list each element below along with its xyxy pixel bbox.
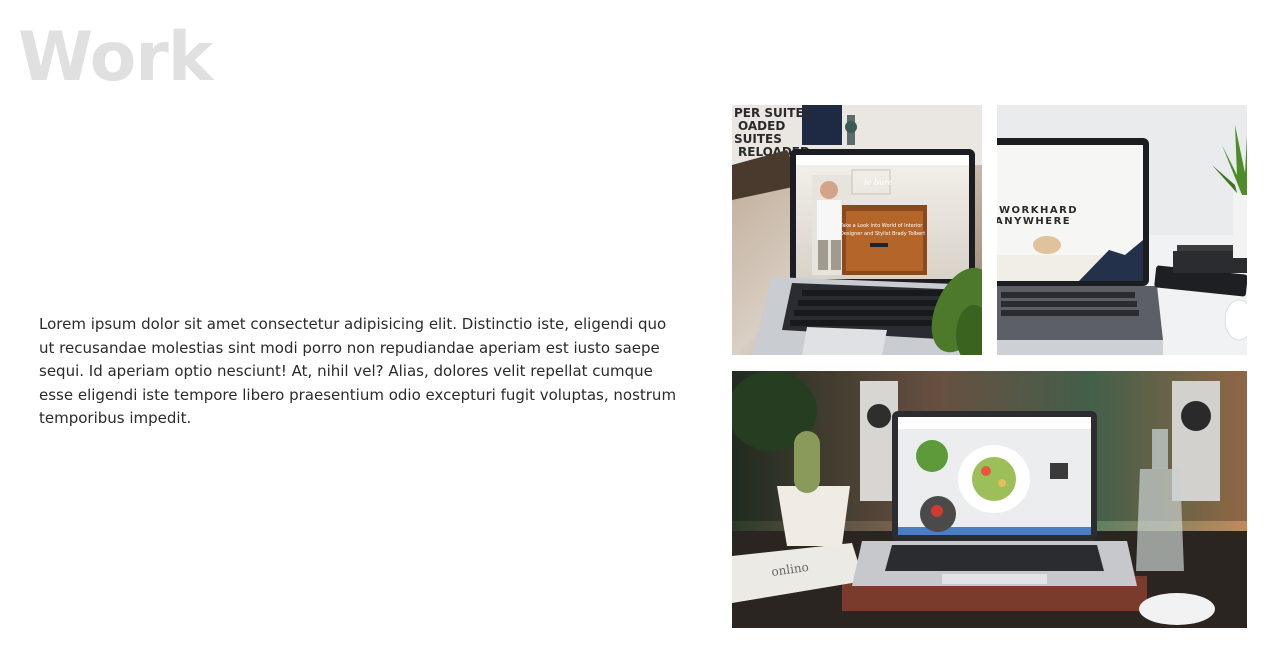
screen-headline-2: ANYWHERE <box>997 216 1071 227</box>
gallery-image-food-site-laptop[interactable]: onlino <box>732 371 1247 628</box>
work-section: Work Lorem ipsum dolor sit amet consecte… <box>0 0 1280 650</box>
poster-line-1: PER SUITES <box>734 106 812 120</box>
screen-headline-1: Take a Look into World of Interior <box>839 223 923 229</box>
laptop-photo-2: WORKHARD ANYWHERE <box>997 105 1247 355</box>
section-title: Work <box>18 18 213 97</box>
poster-line-2: OADED <box>738 119 785 133</box>
screen-headline-1: WORKHARD <box>999 205 1078 216</box>
work-description: Lorem ipsum dolor sit amet consectetur a… <box>39 315 677 427</box>
laptop-photo-1: PER SUITES OADED SUITES RELOADED le bure… <box>732 105 982 355</box>
poster-line-3: SUITES <box>734 132 782 146</box>
work-gallery: PER SUITES OADED SUITES RELOADED le bure… <box>732 105 1247 628</box>
laptop-photo-3: onlino <box>732 371 1247 628</box>
gallery-image-workhard-anywhere-laptop[interactable]: WORKHARD ANYWHERE <box>997 105 1247 355</box>
screen-headline-2: Designer and Stylist Brady Tolbert <box>840 231 925 237</box>
svg-text:le bure: le bure <box>864 178 893 187</box>
gallery-image-interior-designer-laptop[interactable]: PER SUITES OADED SUITES RELOADED le bure… <box>732 105 982 355</box>
